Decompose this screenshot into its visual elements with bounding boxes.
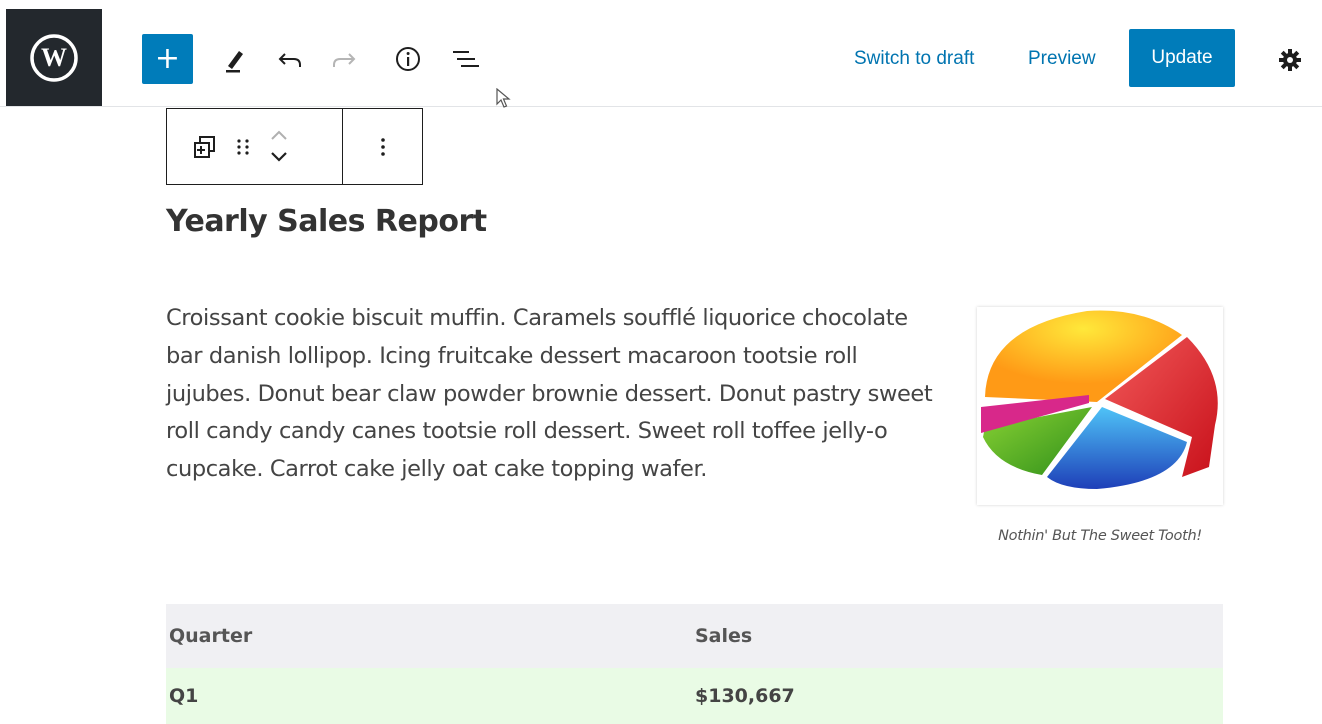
table-row: Q1 $130,667 <box>166 668 1223 724</box>
drag-handle-icon <box>237 138 249 155</box>
undo-icon <box>278 53 301 67</box>
move-up-down-icon <box>271 130 287 162</box>
info-icon <box>396 47 420 71</box>
more-options-button[interactable] <box>378 133 388 161</box>
wordpress-logo-button[interactable]: W <box>6 9 102 106</box>
add-block-button[interactable]: + <box>142 34 193 84</box>
paragraph-block[interactable]: Croissant cookie biscuit muffin. Caramel… <box>166 300 936 489</box>
transform-block-button[interactable] <box>191 133 219 161</box>
table-header-cell[interactable]: Quarter <box>166 625 692 647</box>
pie-chart-image <box>981 310 1218 489</box>
block-toolbar-main-group <box>167 109 343 184</box>
table-cell[interactable]: Q1 <box>166 685 692 707</box>
block-toolbar <box>166 108 423 185</box>
tools-button[interactable] <box>212 37 256 81</box>
move-block-buttons[interactable] <box>267 125 291 169</box>
redo-icon <box>333 53 356 67</box>
pen-tool-icon <box>226 51 243 73</box>
add-block-label: + <box>154 41 181 76</box>
block-transform-icon <box>194 135 215 158</box>
block-toolbar-options-group <box>343 109 422 184</box>
details-button[interactable] <box>386 37 430 81</box>
table-cell[interactable]: $130,667 <box>692 685 1223 707</box>
svg-text:W: W <box>41 43 67 72</box>
list-view-button[interactable] <box>444 37 488 81</box>
image-block[interactable] <box>977 307 1223 505</box>
drag-block-handle[interactable] <box>233 133 253 161</box>
redo-button[interactable] <box>322 37 366 81</box>
preview-button[interactable]: Preview <box>1028 46 1096 72</box>
post-heading-block[interactable]: Yearly Sales Report <box>166 204 487 239</box>
list-view-icon <box>453 51 479 67</box>
table-header-row: Quarter Sales <box>166 604 1223 668</box>
table-header-cell[interactable]: Sales <box>692 625 1223 647</box>
more-options-icon <box>380 137 385 156</box>
mouse-cursor-icon <box>496 88 511 108</box>
editor-header: W + Switch to draft Preview Update <box>0 0 1322 107</box>
wordpress-logo-icon: W <box>30 33 78 82</box>
image-caption[interactable]: Nothin' But The Sweet Tooth! <box>977 528 1223 544</box>
gear-icon <box>1279 49 1301 71</box>
sales-table[interactable]: Quarter Sales Q1 $130,667 <box>166 604 1223 724</box>
undo-button[interactable] <box>268 37 312 81</box>
switch-to-draft-button[interactable]: Switch to draft <box>854 46 974 72</box>
update-button[interactable]: Update <box>1129 29 1235 87</box>
settings-button[interactable] <box>1270 40 1310 80</box>
